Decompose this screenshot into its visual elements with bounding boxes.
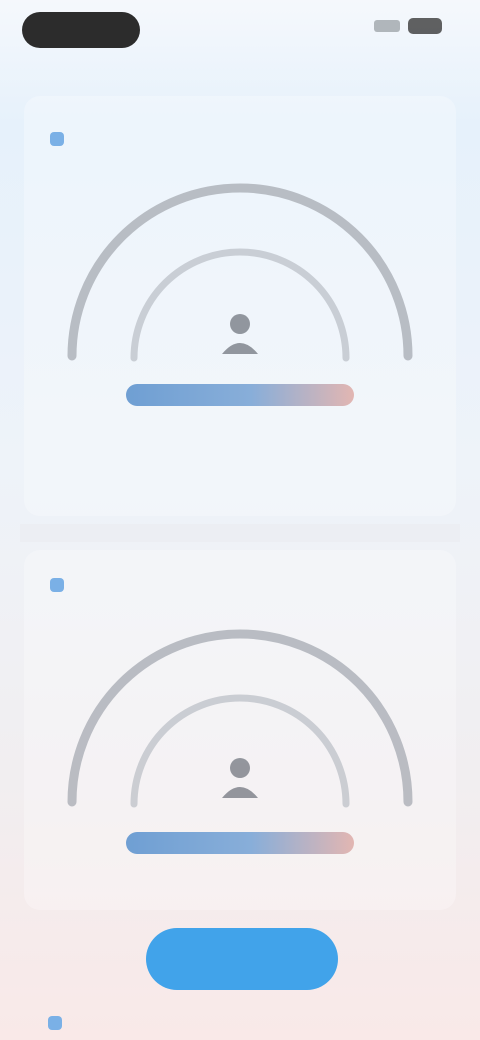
status-time-pill xyxy=(22,12,140,48)
chart-square-icon xyxy=(50,578,64,592)
section-3-header xyxy=(48,1016,72,1030)
section-1-header xyxy=(50,132,74,146)
scale-bar-1 xyxy=(126,384,354,406)
status-bar xyxy=(0,0,480,64)
section-divider xyxy=(20,524,460,542)
scale-bar-2 xyxy=(126,832,354,854)
signal-icon xyxy=(374,20,400,32)
gauge-1-inner-arc xyxy=(130,248,350,362)
chart-square-icon xyxy=(48,1016,62,1030)
status-icons xyxy=(374,18,442,34)
person-icon xyxy=(222,314,258,354)
section-2-header xyxy=(50,578,74,592)
primary-action-button[interactable] xyxy=(146,928,338,990)
battery-icon xyxy=(408,18,442,34)
person-icon xyxy=(222,758,258,798)
chart-square-icon xyxy=(50,132,64,146)
